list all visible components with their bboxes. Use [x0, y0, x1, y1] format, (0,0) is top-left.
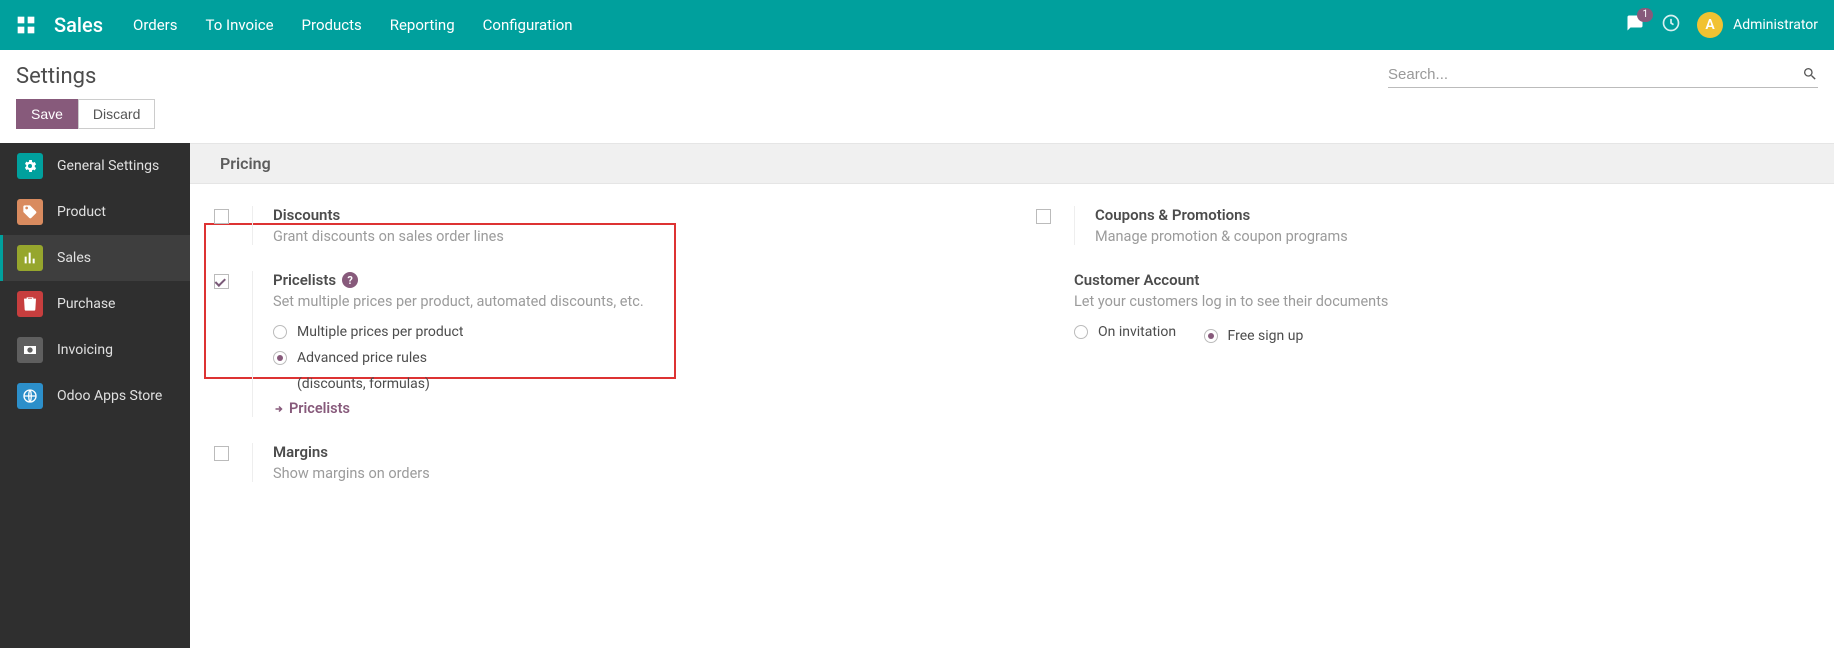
- radio-label-sub: (discounts, formulas): [297, 376, 992, 392]
- sidebar-item-product[interactable]: Product: [0, 189, 190, 235]
- account-radio-free[interactable]: Free sign up: [1204, 328, 1304, 344]
- brand-title[interactable]: Sales: [54, 13, 103, 37]
- sidebar-item-general[interactable]: General Settings: [0, 143, 190, 189]
- account-radio-invitation[interactable]: On invitation: [1074, 324, 1176, 340]
- user-menu[interactable]: A Administrator: [1697, 12, 1818, 38]
- setting-customer-account: Customer Account Let your customers log …: [1032, 271, 1814, 344]
- radio-label: Free sign up: [1228, 328, 1304, 344]
- pricelists-desc: Set multiple prices per product, automat…: [273, 293, 992, 310]
- section-header: Pricing: [190, 143, 1834, 184]
- margins-desc: Show margins on orders: [273, 465, 992, 482]
- pricelists-title: Pricelists ?: [273, 271, 992, 289]
- top-navbar: Sales Orders To Invoice Products Reporti…: [0, 0, 1834, 50]
- radio-label: Advanced price rules: [297, 350, 427, 366]
- main: General Settings Product Sales Purchase …: [0, 143, 1834, 648]
- discounts-title: Discounts: [273, 206, 992, 224]
- search-icon[interactable]: [1802, 66, 1818, 82]
- setting-pricelists: Pricelists ? Set multiple prices per pro…: [210, 271, 992, 417]
- page-title: Settings: [16, 64, 96, 89]
- pricelists-checkbox[interactable]: [214, 274, 229, 289]
- radio-label: Multiple prices per product: [297, 324, 463, 340]
- sidebar-item-apps-store[interactable]: Odoo Apps Store: [0, 373, 190, 419]
- pricelists-title-text: Pricelists: [273, 271, 336, 289]
- sidebar-item-label: Odoo Apps Store: [57, 388, 162, 404]
- chart-icon: [17, 245, 43, 271]
- radio-icon: [273, 351, 287, 365]
- nav-reporting[interactable]: Reporting: [390, 16, 455, 34]
- margins-title: Margins: [273, 443, 992, 461]
- bag-icon: [17, 291, 43, 317]
- settings-col-left: Discounts Grant discounts on sales order…: [210, 206, 992, 508]
- chat-icon[interactable]: 1: [1625, 14, 1645, 36]
- globe-icon: [17, 383, 43, 409]
- search-box[interactable]: [1388, 66, 1818, 88]
- setting-discounts: Discounts Grant discounts on sales order…: [210, 206, 992, 245]
- search-input[interactable]: [1388, 66, 1802, 83]
- nav-menu: Orders To Invoice Products Reporting Con…: [133, 16, 1625, 34]
- radio-icon: [1074, 325, 1088, 339]
- gear-icon: [17, 153, 43, 179]
- pricelists-radio-advanced[interactable]: Advanced price rules: [273, 350, 992, 366]
- sidebar-item-label: Sales: [57, 250, 91, 266]
- nav-configuration[interactable]: Configuration: [483, 16, 573, 34]
- sidebar-item-label: General Settings: [57, 158, 159, 174]
- discounts-checkbox[interactable]: [214, 209, 229, 224]
- sidebar: General Settings Product Sales Purchase …: [0, 143, 190, 648]
- margins-checkbox[interactable]: [214, 446, 229, 461]
- pricelists-radio-group: Multiple prices per product Advanced pri…: [273, 324, 992, 392]
- radio-icon: [273, 325, 287, 339]
- sidebar-item-label: Product: [57, 204, 106, 220]
- radio-label: On invitation: [1098, 324, 1176, 340]
- account-radio-group: On invitation Free sign up: [1074, 324, 1814, 344]
- nav-products[interactable]: Products: [302, 16, 362, 34]
- sidebar-item-sales[interactable]: Sales: [0, 235, 190, 281]
- sidebar-item-label: Invoicing: [57, 342, 113, 358]
- settings-grid: Discounts Grant discounts on sales order…: [190, 184, 1834, 530]
- clock-icon[interactable]: [1661, 13, 1681, 37]
- nav-right: 1 A Administrator: [1625, 12, 1818, 38]
- radio-icon: [1204, 329, 1218, 343]
- header-row: Settings: [0, 50, 1834, 95]
- help-icon[interactable]: ?: [342, 272, 358, 288]
- chat-badge: 1: [1637, 8, 1653, 22]
- account-title: Customer Account: [1074, 271, 1814, 289]
- avatar: A: [1697, 12, 1723, 38]
- nav-to-invoice[interactable]: To Invoice: [206, 16, 274, 34]
- pricelists-link[interactable]: Pricelists: [273, 400, 992, 417]
- pricelists-radio-multiple[interactable]: Multiple prices per product: [273, 324, 992, 340]
- coupons-checkbox[interactable]: [1036, 209, 1051, 224]
- discard-button[interactable]: Discard: [78, 99, 155, 129]
- coupons-desc: Manage promotion & coupon programs: [1095, 228, 1814, 245]
- nav-orders[interactable]: Orders: [133, 16, 178, 34]
- money-icon: [17, 337, 43, 363]
- content: Pricing Discounts Grant discounts on sal…: [190, 143, 1834, 648]
- user-name: Administrator: [1733, 17, 1818, 33]
- setting-coupons: Coupons & Promotions Manage promotion & …: [1032, 206, 1814, 245]
- setting-margins: Margins Show margins on orders: [210, 443, 992, 482]
- sidebar-item-invoicing[interactable]: Invoicing: [0, 327, 190, 373]
- apps-icon[interactable]: [16, 15, 36, 35]
- coupons-title: Coupons & Promotions: [1095, 206, 1814, 224]
- save-button[interactable]: Save: [16, 99, 78, 129]
- arrow-right-icon: [273, 403, 285, 415]
- discounts-desc: Grant discounts on sales order lines: [273, 228, 992, 245]
- section-title: Pricing: [220, 154, 271, 173]
- button-row: Save Discard: [0, 95, 1834, 143]
- settings-col-right: Coupons & Promotions Manage promotion & …: [1032, 206, 1814, 508]
- sidebar-item-label: Purchase: [57, 296, 115, 312]
- sidebar-item-purchase[interactable]: Purchase: [0, 281, 190, 327]
- tag-icon: [17, 199, 43, 225]
- account-desc: Let your customers log in to see their d…: [1074, 293, 1814, 310]
- link-label: Pricelists: [289, 400, 350, 417]
